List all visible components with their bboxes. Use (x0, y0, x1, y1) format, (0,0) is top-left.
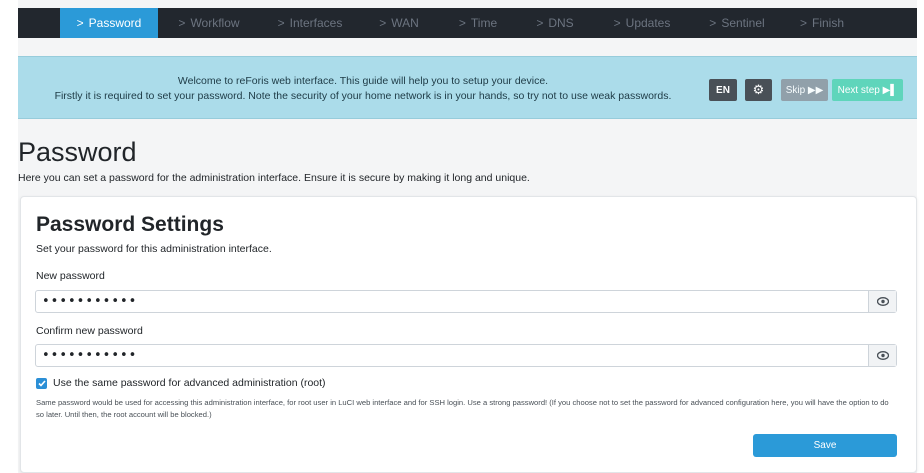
next-step-button[interactable]: Next step ▶▌ (832, 79, 903, 101)
new-password-input[interactable] (36, 291, 868, 312)
same-password-checkbox[interactable] (36, 377, 47, 389)
confirm-password-group (35, 344, 897, 367)
nav-step-label: Updates (625, 16, 671, 30)
same-password-option: Use the same password for advanced admin… (36, 377, 326, 389)
nav-step-sentinel[interactable]: > Sentinel (692, 8, 782, 38)
nav-step-label: WAN (391, 16, 419, 30)
banner-line-2: Firstly it is required to set your passw… (54, 89, 672, 102)
chevron-right-icon: > (799, 16, 807, 30)
wizard-step-nav: > Password > Workflow > Interfaces > WAN… (18, 8, 917, 38)
nav-step-updates[interactable]: > Updates (592, 8, 692, 38)
gear-icon: ⚙ (752, 82, 765, 97)
save-button[interactable]: Save (753, 434, 897, 457)
card-title: Password Settings (36, 213, 224, 236)
page-right-edge (917, 0, 924, 473)
show-confirm-password-toggle[interactable] (868, 345, 896, 366)
same-password-label: Use the same password for advanced admin… (53, 377, 326, 389)
nav-step-wan[interactable]: > WAN (360, 8, 438, 38)
new-password-group (35, 290, 897, 313)
eye-icon (876, 351, 889, 360)
nav-step-label: DNS (548, 16, 574, 30)
nav-step-label: Interfaces (289, 16, 343, 30)
nav-step-workflow[interactable]: > Workflow (158, 8, 260, 38)
password-settings-card (20, 196, 917, 473)
chevron-right-icon: > (76, 16, 84, 30)
settings-button[interactable]: ⚙ (745, 79, 772, 101)
page-description: Here you can set a password for the admi… (18, 172, 530, 184)
nav-step-time[interactable]: > Time (438, 8, 518, 38)
chevron-right-icon: > (536, 16, 544, 30)
show-password-toggle[interactable] (868, 291, 896, 312)
same-password-help-text: Same password would be used for accessin… (36, 398, 889, 419)
chevron-right-icon: > (709, 16, 717, 30)
nav-step-label: Finish (812, 16, 845, 30)
nav-step-label: Sentinel (721, 16, 765, 30)
nav-step-label: Workflow (190, 16, 240, 30)
new-password-label: New password (36, 270, 105, 282)
nav-step-label: Time (470, 16, 498, 30)
confirm-password-label: Confirm new password (36, 325, 143, 337)
page-left-edge (0, 0, 18, 473)
nav-step-password[interactable]: > Password (60, 8, 158, 38)
chevron-right-icon: > (613, 16, 621, 30)
banner-message: Welcome to reForis web interface. This g… (18, 74, 708, 103)
chevron-right-icon: > (178, 16, 186, 30)
confirm-password-input[interactable] (36, 345, 868, 366)
nav-step-label: Password (88, 16, 142, 30)
page-title: Password (18, 137, 137, 167)
nav-step-dns[interactable]: > DNS (518, 8, 592, 38)
chevron-right-icon: > (379, 16, 387, 30)
language-button[interactable]: EN (709, 79, 737, 101)
card-subtitle: Set your password for this administratio… (36, 243, 272, 255)
skip-button[interactable]: Skip ▶▶ (781, 79, 828, 101)
banner-line-1: Welcome to reForis web interface. This g… (177, 75, 549, 87)
eye-icon (876, 297, 889, 306)
chevron-right-icon: > (458, 16, 466, 30)
nav-step-interfaces[interactable]: > Interfaces (260, 8, 360, 38)
nav-step-finish[interactable]: > Finish (782, 8, 862, 38)
chevron-right-icon: > (277, 16, 285, 30)
checkmark-icon (37, 379, 46, 387)
